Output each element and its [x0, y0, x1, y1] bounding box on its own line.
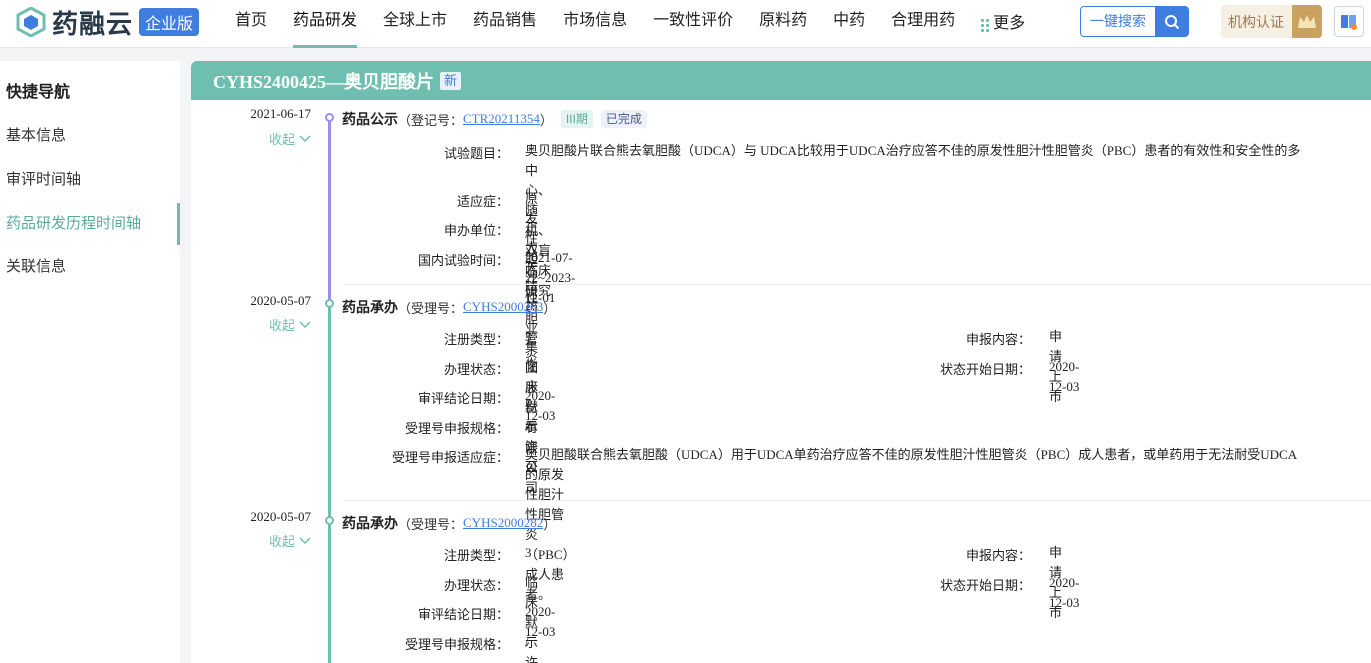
sidebar-item-review-timeline[interactable]: 审评时间轴: [0, 159, 180, 201]
timeline-dot: [325, 299, 334, 308]
nav-item-api[interactable]: 原料药: [746, 0, 820, 48]
entry-sub-prefix: （登记号：: [398, 112, 464, 128]
drug-header: CYHS2400425—奥贝胆酸片 新: [191, 61, 1371, 100]
crown-icon: [1292, 5, 1322, 38]
entry-header: 药品承办 （受理号： CYHS2000282 ）: [342, 513, 556, 533]
quick-nav-sidebar: 快捷导航 基本信息 审评时间轴 药品研发历程时间轴 关联信息: [0, 61, 180, 663]
quick-nav-title: 快捷导航: [6, 84, 71, 101]
field-label: 申报内容：: [965, 332, 1031, 347]
timeline-dot: [325, 113, 334, 122]
edition-badge: 企业版: [139, 8, 200, 36]
new-badge: 新: [440, 71, 462, 90]
field-label: 申办单位：: [443, 223, 509, 238]
entry-sub-suffix: ）: [543, 516, 557, 532]
nav-item-rational-use[interactable]: 合理用药: [878, 0, 968, 48]
page-title: CYHS2400425—奥贝胆酸片: [213, 71, 435, 92]
field-value: 奥贝胆酸片联合熊去氧胆酸（UDCA）与 UDCA比较用于UDCA治疗应答不佳的原…: [525, 143, 1301, 158]
nav-item-market-info[interactable]: 市场信息: [550, 0, 640, 48]
sidebar-item-rd-timeline[interactable]: 药品研发历程时间轴: [0, 203, 180, 245]
collapse-label: 收起: [268, 132, 295, 147]
collapse-toggle[interactable]: 收起: [251, 129, 311, 148]
field-value: 2020-12-03: [1049, 575, 1080, 610]
field-value: /: [525, 634, 529, 649]
manual-book-icon[interactable]: [1334, 6, 1364, 37]
chevron-up-icon: [299, 134, 311, 142]
timeline-date: 2021-06-17: [250, 106, 311, 121]
cert-label: 机构认证: [1228, 13, 1284, 30]
chevron-up-icon: [299, 320, 311, 328]
field-value: 3: [525, 545, 532, 560]
timeline-line-highlight: [328, 117, 331, 303]
field-label: 状态开始日期：: [939, 362, 1031, 377]
field-label: 适应症：: [456, 194, 509, 209]
collapse-toggle[interactable]: 收起: [251, 315, 311, 334]
entry-header: 药品承办 （受理号： CYHS2000283 ）: [342, 297, 556, 317]
field-label: 办理状态：: [443, 362, 509, 377]
logo-mark-icon: [16, 7, 46, 37]
entry-title: 药品承办: [342, 517, 398, 532]
nav-item-consistency[interactable]: 一致性评价: [640, 0, 746, 48]
search-icon: [1155, 7, 1188, 36]
field-label: 受理号申报适应症：: [391, 450, 509, 465]
field-label: 注册类型：: [443, 332, 509, 347]
brand-name: 药融云: [52, 8, 134, 39]
entry-title: 药品公示: [342, 113, 398, 128]
timeline-dot: [325, 516, 334, 525]
field-value: 2020-12-03: [1049, 359, 1080, 394]
field-label: 国内试验时间：: [417, 253, 509, 268]
main-panel: CYHS2400425—奥贝胆酸片 新 2021-06-17 收起 药品公示 （…: [191, 61, 1371, 663]
nav-item-more[interactable]: 更多: [968, 0, 1038, 48]
quick-search-label: 一键搜索: [1090, 13, 1146, 29]
nav-more-label: 更多: [993, 15, 1026, 32]
entry-header: 药品公示 （登记号： CTR20211354 ） III期 已完成: [342, 109, 647, 129]
acceptance-link[interactable]: CYHS2000283: [463, 299, 543, 315]
chevron-up-icon: [299, 536, 311, 544]
nav-item-tcm[interactable]: 中药: [820, 0, 878, 48]
grid-dots-icon: [981, 18, 990, 32]
field-label: 受理号申报规格：: [404, 637, 509, 652]
entry-sub-suffix: ）: [543, 300, 557, 316]
main-nav: 首页 药品研发 全球上市 药品销售 市场信息 一致性评价 原料药 中药 合理用药…: [222, 0, 1038, 48]
brand-logo[interactable]: 药融云 企业版: [16, 4, 200, 40]
acceptance-link[interactable]: CYHS2000282: [463, 515, 543, 531]
collapse-label: 收起: [268, 318, 295, 333]
field-label: 注册类型：: [443, 548, 509, 563]
field-value: 2020-12-03: [525, 604, 556, 639]
sidebar-item-basic-info[interactable]: 基本信息: [0, 115, 180, 157]
nav-item-home[interactable]: 首页: [222, 0, 280, 48]
field-label: 状态开始日期：: [939, 578, 1031, 593]
collapse-toggle[interactable]: 收起: [251, 531, 311, 550]
timeline-date: 2020-05-07: [250, 509, 311, 524]
field-label: 试验题目：: [443, 146, 509, 161]
field-value: /: [525, 418, 529, 433]
timeline-date: 2020-05-07: [250, 293, 311, 308]
field-label: 申报内容：: [965, 548, 1031, 563]
field-value: 3: [525, 329, 532, 344]
institution-cert-button[interactable]: 机构认证: [1221, 5, 1322, 38]
field-label: 受理号申报规格：: [404, 421, 509, 436]
nav-item-drug-rd[interactable]: 药品研发: [280, 0, 370, 48]
field-label: 审评结论日期：: [417, 607, 509, 622]
entry-title: 药品承办: [342, 301, 398, 316]
registration-link[interactable]: CTR20211354: [463, 111, 540, 127]
status-tag: 已完成: [600, 110, 647, 128]
sidebar-item-related-info[interactable]: 关联信息: [0, 246, 180, 288]
entry-sub-suffix: ）: [539, 112, 553, 128]
field-label: 办理状态：: [443, 578, 509, 593]
phase-tag: III期: [560, 110, 593, 128]
entry-divider: [342, 284, 1371, 285]
nav-item-drug-sales[interactable]: 药品销售: [460, 0, 550, 48]
entry-sub-prefix: （受理号：: [398, 516, 464, 532]
collapse-label: 收起: [268, 534, 295, 549]
nav-item-global-market[interactable]: 全球上市: [370, 0, 460, 48]
quick-search-button[interactable]: 一键搜索: [1080, 6, 1189, 37]
entry-divider: [342, 500, 1371, 501]
top-bar: 药融云 企业版 首页 药品研发 全球上市 药品销售 市场信息 一致性评价 原料药…: [0, 0, 1371, 48]
entry-sub-prefix: （受理号：: [398, 300, 464, 316]
field-value: 2020-12-03: [525, 388, 556, 423]
field-label: 审评结论日期：: [417, 391, 509, 406]
field-value: 奥贝胆酸联合熊去氧胆酸（UDCA）用于UDCA单药治疗应答不佳的原发性胆汁性胆管…: [525, 447, 1298, 462]
